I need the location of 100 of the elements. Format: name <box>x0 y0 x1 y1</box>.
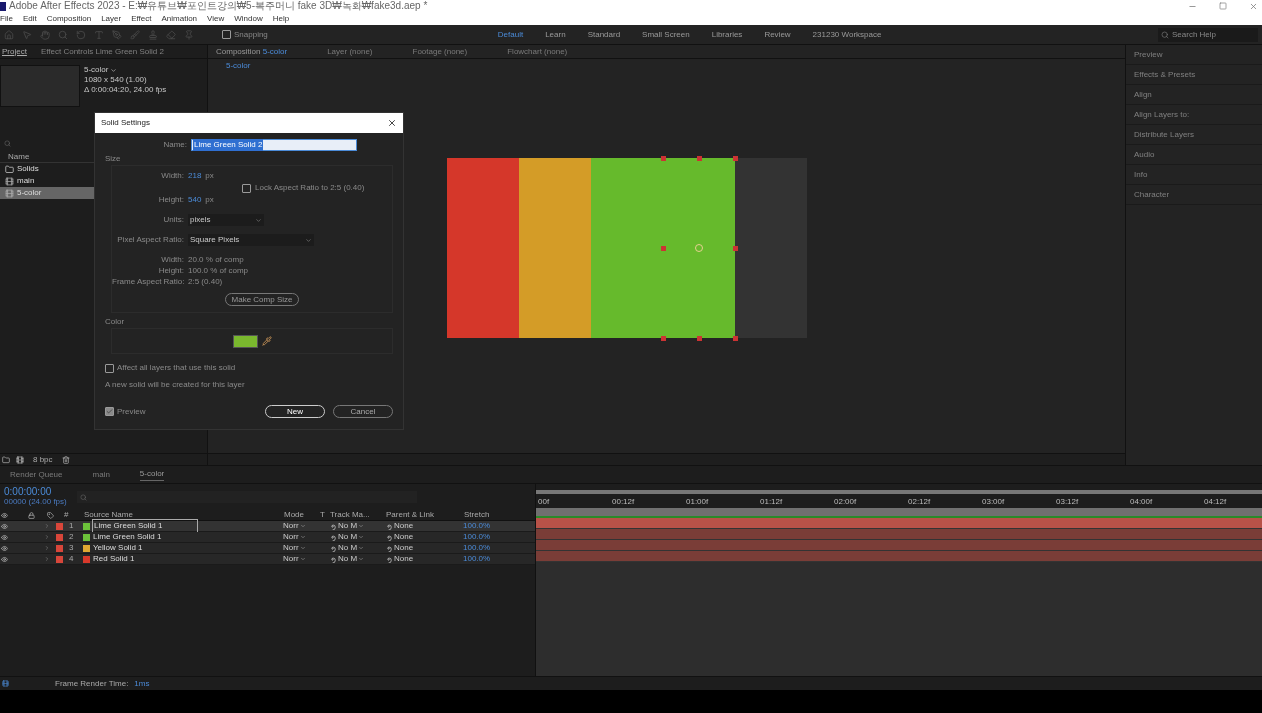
layer-bar[interactable] <box>536 529 1262 540</box>
selection-handle[interactable] <box>732 246 738 251</box>
track-matte-dropdown[interactable]: No M <box>338 542 365 554</box>
composition-icon[interactable] <box>16 455 24 464</box>
stretch-value[interactable]: 100.0% <box>463 542 491 554</box>
zoom-icon[interactable] <box>58 29 68 40</box>
timeline-tab[interactable]: main <box>92 468 110 481</box>
pick-whip-icon[interactable] <box>385 555 392 563</box>
workspace-tab[interactable]: Small Screen <box>642 28 690 41</box>
pick-whip-icon[interactable] <box>385 522 392 530</box>
panel-tab[interactable]: Project <box>2 45 27 58</box>
selection-handle[interactable] <box>696 336 702 341</box>
selection-handle[interactable] <box>660 246 666 251</box>
layer-search-field[interactable] <box>76 491 417 503</box>
color-solid[interactable] <box>662 158 735 338</box>
pick-whip-icon[interactable] <box>329 555 336 563</box>
stretch-value[interactable]: 100.0% <box>463 520 491 532</box>
pixel-aspect-dropdown[interactable]: Square Pixels <box>188 234 314 246</box>
menu-item[interactable]: Animation <box>161 14 198 23</box>
parent-dropdown[interactable]: None <box>394 542 414 554</box>
selection-handle[interactable] <box>660 336 666 341</box>
project-item[interactable]: 5-color <box>0 187 94 199</box>
pen-icon[interactable] <box>112 29 122 40</box>
width-value[interactable]: 218 <box>188 170 202 182</box>
units-dropdown[interactable]: pixels <box>188 214 264 226</box>
selection-handle[interactable] <box>660 156 666 161</box>
color-solid[interactable] <box>446 158 519 338</box>
panel-tab[interactable]: Effect Controls Lime Green Solid 2 <box>40 45 164 58</box>
panel-header[interactable]: Character <box>1134 188 1170 201</box>
text-icon[interactable] <box>94 29 104 40</box>
visibility-icon[interactable] <box>1 522 8 530</box>
mode-dropdown[interactable]: Norr <box>283 553 319 565</box>
project-item[interactable]: main <box>0 175 94 187</box>
viewer-tab[interactable]: Flowchart (none) <box>507 45 568 58</box>
panel-header[interactable]: Audio <box>1134 148 1155 161</box>
visibility-icon[interactable] <box>1 555 8 563</box>
color-swatch[interactable] <box>232 334 258 348</box>
bit-depth-button[interactable]: 8 bpc <box>30 453 56 466</box>
panel-header[interactable]: Preview <box>1134 48 1163 61</box>
mode-dropdown[interactable]: Norr <box>283 531 319 543</box>
stretch-value[interactable]: 100.0% <box>463 531 491 543</box>
visibility-icon[interactable] <box>1 544 8 552</box>
height-value[interactable]: 540 <box>188 194 202 206</box>
restore-icon[interactable] <box>1219 2 1227 10</box>
viewer-tab[interactable]: Layer (none) <box>327 45 373 58</box>
visibility-icon[interactable] <box>1 533 8 541</box>
layer-name[interactable]: Lime Green Solid 1 <box>92 531 198 543</box>
menu-item[interactable]: Layer <box>101 14 122 23</box>
label-color-swatch[interactable] <box>56 533 63 541</box>
parent-dropdown[interactable]: None <box>394 531 414 543</box>
track-matte-dropdown[interactable]: No M <box>338 520 365 532</box>
menu-item[interactable]: View <box>207 14 225 23</box>
mode-dropdown[interactable]: Norr <box>283 520 319 532</box>
selection-handle[interactable] <box>732 336 738 341</box>
timeline-tab[interactable]: 5-color <box>139 468 165 481</box>
lock-aspect-checkbox[interactable] <box>242 183 251 193</box>
workspace-tab[interactable]: 231230 Workspace <box>812 28 882 41</box>
timeline-tab[interactable]: Render Queue <box>10 468 63 481</box>
label-color-swatch[interactable] <box>56 544 63 552</box>
stamp-icon[interactable] <box>148 29 158 40</box>
menu-item[interactable]: File <box>0 14 13 23</box>
folder-icon[interactable] <box>2 455 10 464</box>
eyedropper-icon[interactable] <box>261 336 272 346</box>
pick-whip-icon[interactable] <box>385 533 392 541</box>
search-field[interactable]: Search Help <box>1158 27 1258 42</box>
stretch-value[interactable]: 100.0% <box>463 553 491 565</box>
panel-header[interactable]: Effects & Presets <box>1134 68 1196 81</box>
viewer-tab[interactable]: Footage (none) <box>412 45 468 58</box>
parent-dropdown[interactable]: None <box>394 520 414 532</box>
pick-whip-icon[interactable] <box>329 522 336 530</box>
track-matte-dropdown[interactable]: No M <box>338 553 365 565</box>
selection-handle[interactable] <box>732 156 738 161</box>
rotate-icon[interactable] <box>76 29 86 40</box>
layer-name[interactable]: Red Solid 1 <box>92 553 198 565</box>
workspace-tab[interactable]: Learn <box>545 28 566 41</box>
breadcrumb-tab[interactable]: 5-color <box>226 60 251 72</box>
menu-item[interactable]: Help <box>272 14 290 23</box>
panel-header[interactable]: Align Layers to: <box>1134 108 1190 121</box>
layer-name[interactable]: Yellow Solid 1 <box>92 542 198 554</box>
name-field[interactable]: Lime Green Solid 2 <box>191 139 357 151</box>
layer-bar[interactable] <box>536 551 1262 562</box>
panel-header[interactable]: Info <box>1134 168 1148 181</box>
snapping-checkbox[interactable] <box>222 30 231 39</box>
label-color-swatch[interactable] <box>56 522 63 530</box>
workspace-tab[interactable]: Review <box>764 28 791 41</box>
track-matte-dropdown[interactable]: No M <box>338 531 365 543</box>
pick-whip-icon[interactable] <box>329 533 336 541</box>
affect-layers-checkbox[interactable] <box>105 363 114 373</box>
menu-item[interactable]: Composition <box>46 14 92 23</box>
workspace-tab[interactable]: Default <box>497 28 524 41</box>
project-item[interactable]: Solids <box>0 163 94 175</box>
menu-item[interactable]: Edit <box>22 14 37 23</box>
color-solid[interactable] <box>590 158 663 338</box>
pick-whip-icon[interactable] <box>329 544 336 552</box>
eraser-icon[interactable] <box>166 29 176 40</box>
composition-icon[interactable] <box>2 680 9 687</box>
menu-item[interactable]: Window <box>234 14 263 23</box>
parent-dropdown[interactable]: None <box>394 553 414 565</box>
viewer-tab[interactable]: Composition 5-color <box>216 45 288 58</box>
pick-whip-icon[interactable] <box>385 544 392 552</box>
